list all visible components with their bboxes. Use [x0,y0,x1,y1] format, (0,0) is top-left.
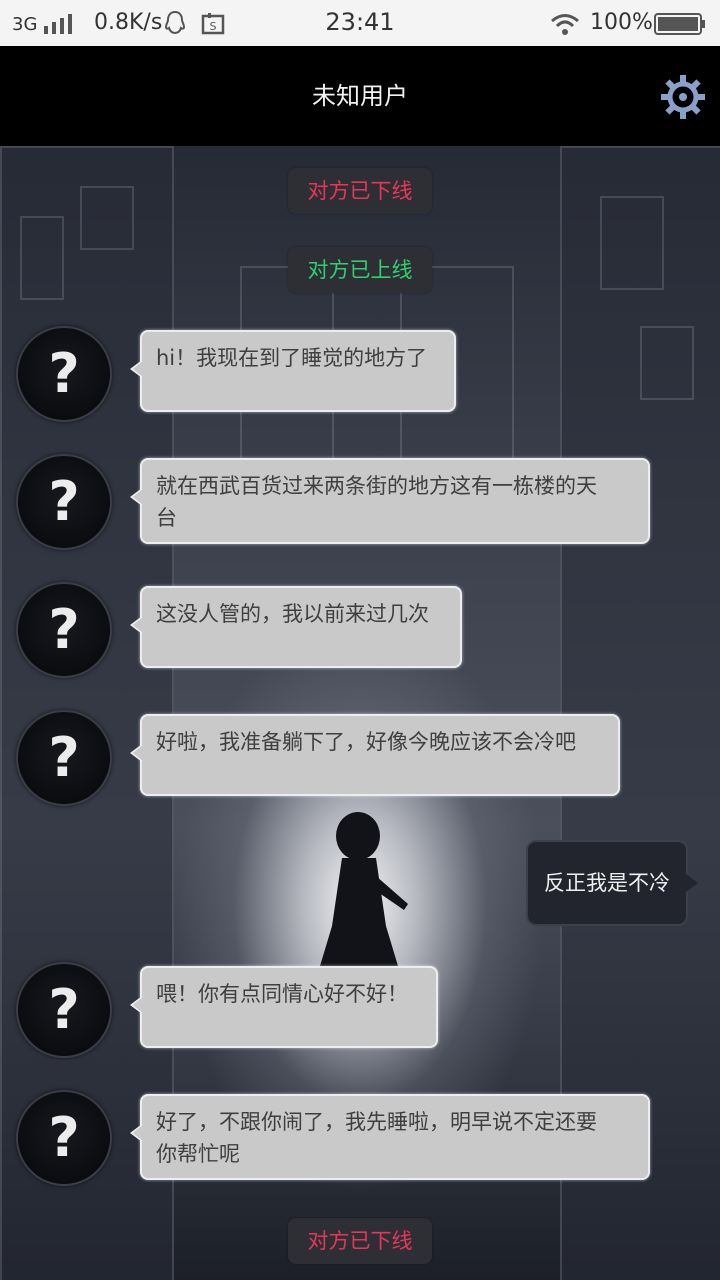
status-bar: 3G 0.8K/s S 23:41 100% [0,0,720,46]
status-online-message: 对方已上线 [288,247,432,293]
status-offline-message: 对方已下线 [288,168,432,214]
status-offline-message: 对方已下线 [288,1218,432,1264]
message-text: 喂！你有点同情心好不好！ [156,982,408,1006]
message-text: 台 [156,506,177,530]
avatar[interactable]: ? [16,1090,112,1186]
message-text: 反正我是不冷 [544,871,670,895]
message-bubble[interactable]: 就在西武百货过来两条街的地方这有一栋楼的天 台 [130,458,650,544]
avatar[interactable]: ? [16,710,112,806]
message-bubble[interactable]: hi！我现在到了睡觉的地方了 [130,330,456,412]
message-bubble[interactable]: 好了，不跟你闹了，我先睡啦，明早说不定还要 你帮忙呢 [130,1094,650,1180]
message-text: 就在西武百货过来两条街的地方这有一栋楼的天 [156,474,597,498]
chat-header: 未知用户 [0,46,720,146]
avatar[interactable]: ? [16,582,112,678]
page-title: 未知用户 [312,82,408,110]
message-text: 好啦，我准备躺下了，好像今晚应该不会冷吧 [156,730,576,754]
message-bubble[interactable]: 这没人管的，我以前来过几次 [130,586,462,668]
message-bubble-self[interactable]: 反正我是不冷 [526,840,698,926]
battery-icon [654,13,705,35]
message-text: 这没人管的，我以前来过几次 [156,602,429,626]
message-bubble[interactable]: 好啦，我准备躺下了，好像今晚应该不会冷吧 [130,714,620,796]
message-text: hi！我现在到了睡觉的地方了 [156,346,428,370]
message-bubble[interactable]: 喂！你有点同情心好不好！ [130,966,438,1048]
question-mark-icon: ? [48,726,80,789]
question-mark-icon: ? [48,598,80,661]
avatar[interactable]: ? [16,962,112,1058]
question-mark-icon: ? [48,470,80,533]
avatar[interactable]: ? [16,326,112,422]
message-text: 好了，不跟你闹了，我先睡啦，明早说不定还要 [156,1110,597,1134]
question-mark-icon: ? [48,342,80,405]
question-mark-icon: ? [48,978,80,1041]
question-mark-icon: ? [48,1106,80,1169]
wifi-icon [551,14,579,35]
battery-percent: 100% [590,10,653,35]
avatar[interactable]: ? [16,454,112,550]
message-text: 你帮忙呢 [156,1142,240,1166]
gear-icon[interactable] [660,74,706,120]
